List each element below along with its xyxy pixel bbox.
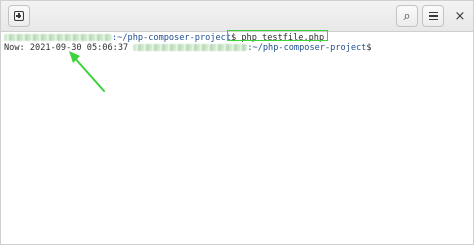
- prompt-symbol: $: [366, 43, 372, 53]
- prompt-line-2: Now: 2021-09-30 05:06:37 :~/php-composer…: [4, 42, 372, 54]
- search-button[interactable]: ⌕: [396, 5, 418, 27]
- search-icon: ⌕: [403, 8, 411, 24]
- close-button[interactable]: ×: [449, 5, 471, 27]
- header-bar: ⌕ ×: [1, 1, 473, 32]
- hamburger-menu-icon: [428, 11, 438, 21]
- menu-button[interactable]: [422, 5, 444, 27]
- new-tab-icon: [14, 11, 24, 21]
- terminal-output[interactable]: :~/php-composer-project$ php testfile.ph…: [1, 32, 473, 244]
- terminal-window: ⌕ × :~/php-composer-project$ php testfil…: [0, 0, 474, 245]
- new-tab-button[interactable]: [8, 5, 30, 27]
- prompt-path: :~/php-composer-project: [247, 43, 367, 53]
- command-highlight-box: [227, 30, 328, 41]
- close-icon: ×: [454, 8, 466, 24]
- redacted-hostname: [133, 44, 248, 51]
- redacted-hostname: [4, 34, 112, 41]
- output-text: Now: 2021-09-30 05:06:37: [4, 43, 134, 53]
